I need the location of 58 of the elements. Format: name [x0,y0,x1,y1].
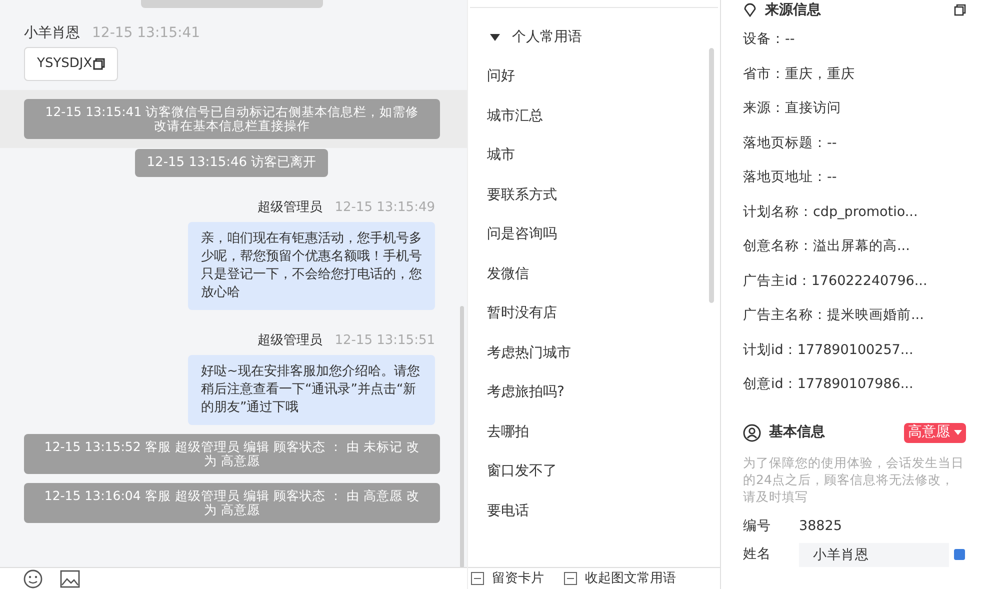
system-message: 12-15 13:16:04 客服 超级管理员 编辑 顾客状态 ： 由 高意愿 改为 高意愿 [24,483,440,523]
system-message: 12-15 13:15:46 访客已离开 [134,149,328,177]
section-title: 基本信息 [769,423,826,442]
quick-reply-item[interactable]: 要联系方式 [468,176,720,215]
quick-reply-item[interactable]: 发微信 [468,254,720,294]
quick-reply-item[interactable]: 要电话 [468,492,720,531]
quick-reply-item[interactable]: 窗口发不了 [468,452,720,492]
message-bubble: 好哒~现在安排客服加您介绍哈。请您稍后注意查看一下“通讯录”并点击“新的朋友”通过下哦 [188,355,435,425]
info-field: 省市：重庆，重庆 [743,56,966,91]
location-pin-icon [743,3,757,17]
message-time: 12-15 13:15:51 [334,332,435,350]
message-text: YSYSDJX [37,55,92,74]
emoji-icon[interactable] [23,568,43,588]
info-field: 计划id：177890100257... [743,332,966,367]
scrollbar-thumb[interactable] [460,306,464,567]
info-field: 计划名称：cdp_promotio... [743,194,966,229]
message-bubble: 亲，咱们现在有钜惠活动，您手机号多少呢，帮您预留个优惠名额哦！手机号只是登记一下，不会给您打电话的，您放心哈 [188,222,435,310]
field-label: 姓名 [743,545,772,564]
quick-reply-item[interactable]: 考虑热门城市 [468,334,720,373]
quick-reply-item[interactable]: 城市 [468,136,720,176]
info-field: 创意id：177890107986... [743,367,966,402]
info-field: 落地页地址：-- [743,160,966,194]
info-field: 来源：直接访问 [743,91,966,126]
sender-name: 超级管理员 [258,332,323,350]
user-icon [743,424,761,442]
info-field: 创意名称：溢出屏幕的高... [743,229,966,264]
scrollbar-thumb[interactable] [709,48,714,303]
section-title: 来源信息 [765,0,822,20]
copy-icon[interactable] [93,58,106,70]
notice-text: 为了保障您的使用体验，会话发生当日的24点之后，顾客信息将无法修改，请及时填写 [743,454,965,504]
sender-name: 超级管理员 [258,199,323,217]
system-message: 12-15 13:15:52 客服 超级管理员 编辑 顾客状态 ： 由 未标记 改为 高意愿 [24,434,440,474]
card-icon [564,572,577,585]
sender-name: 小羊肖恩 [24,24,80,42]
quick-reply-item[interactable]: 考虑旅拍吗? [468,373,720,412]
field-value: 38825 [799,517,842,536]
quick-reply-item[interactable]: 去哪拍 [468,412,720,452]
message-time: 12-15 13:15:41 [92,24,200,42]
info-field: 广告主id：176022240796... [743,264,966,298]
info-field: 落地页标题：-- [743,126,966,160]
name-input[interactable]: 小羊肖恩 [799,542,949,566]
field-label: 编号 [743,517,772,536]
quick-reply-item[interactable]: 问好 [468,57,720,96]
copy-icon[interactable] [954,4,966,16]
image-icon[interactable] [60,570,80,588]
system-message: 12-15 13:15:41 访客微信号已自动标记右侧基本信息栏，如需修改请在基本信息栏直接操作 [24,99,440,139]
toolbar-action[interactable]: 收起图文常用语 [564,568,676,588]
info-field: 广告主名称：提米映画婚前... [743,298,966,332]
caret-icon [954,430,962,435]
group-toggle[interactable]: 个人常用语 [468,27,582,48]
info-field: 设备：-- [743,22,966,56]
intent-tag[interactable]: 高意愿 [904,422,966,442]
quick-reply-item[interactable]: 问是咨询吗 [468,215,720,254]
toolbar-action[interactable]: 留资卡片 [471,568,544,588]
quick-reply-item[interactable]: 城市汇总 [468,96,720,136]
card-icon [471,572,484,585]
message-time: 12-15 13:15:49 [334,199,435,217]
quick-reply-item[interactable]: 暂时没有店 [468,294,720,334]
